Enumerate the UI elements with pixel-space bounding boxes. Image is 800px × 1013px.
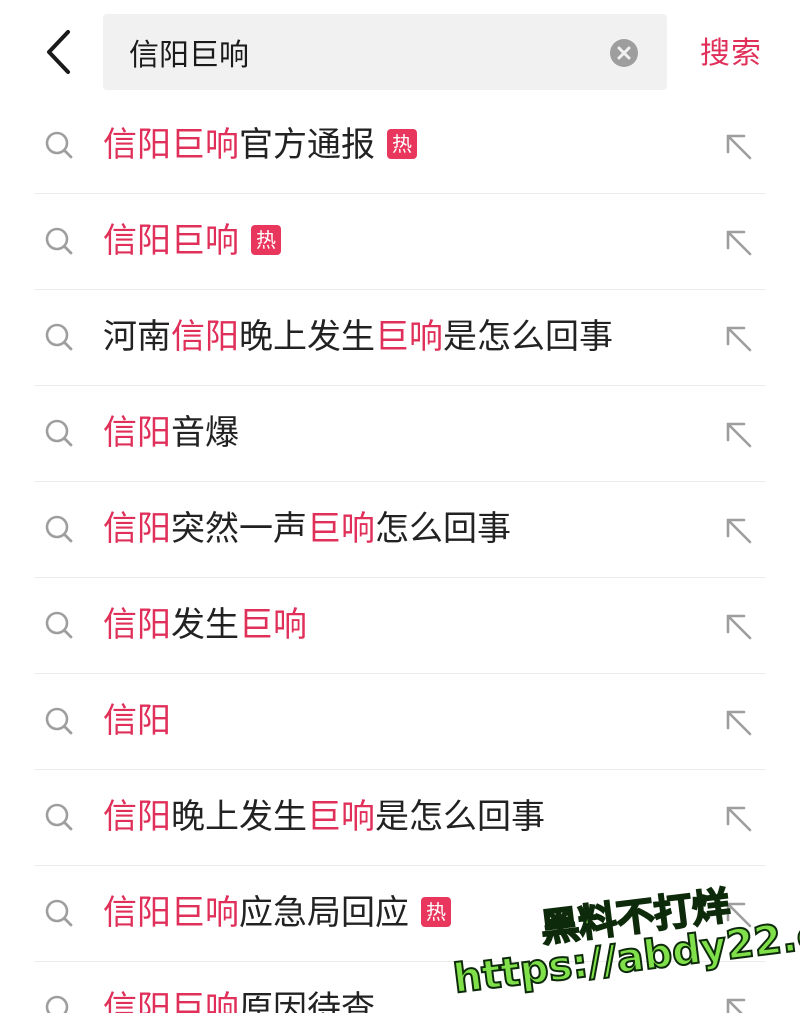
suggestion-term: 突然一声: [171, 509, 307, 549]
suggestion-term: 原因待查: [239, 989, 375, 1013]
suggestion-term: 怎么回事: [375, 509, 511, 549]
suggestion-row[interactable]: 河南信阳晚上发生巨响是怎么回事: [34, 290, 766, 386]
search-icon: [44, 226, 74, 256]
search-icon: [44, 994, 74, 1013]
suggestion-text: 信阳发生巨响: [103, 600, 307, 650]
highlighted-term: 信阳: [103, 509, 171, 549]
suggestion-text: 信阳巨响热: [103, 216, 281, 266]
highlighted-term: 信阳: [103, 413, 171, 453]
highlighted-term: 信阳巨响: [103, 893, 239, 933]
suggestion-term: 河南: [103, 317, 171, 357]
search-header: 搜索: [0, 0, 800, 100]
highlighted-term: 巨响: [307, 797, 375, 837]
suggestion-text: 信阳巨响官方通报热: [103, 120, 417, 170]
suggestion-term: 音爆: [171, 413, 239, 453]
search-icon: [44, 610, 74, 640]
suggestion-text: 信阳晚上发生巨响是怎么回事: [103, 792, 545, 842]
search-icon: [44, 706, 74, 736]
fill-query-arrow-icon[interactable]: [724, 516, 754, 546]
highlighted-term: 巨响: [239, 605, 307, 645]
fill-query-arrow-icon[interactable]: [724, 228, 754, 258]
highlighted-term: 信阳: [103, 605, 171, 645]
suggestion-term: 是怎么回事: [375, 797, 545, 837]
suggestion-row[interactable]: 信阳巨响应急局回应热: [34, 866, 766, 962]
suggestion-text: 信阳: [103, 696, 171, 746]
search-icon: [44, 514, 74, 544]
fill-query-arrow-icon[interactable]: [724, 900, 754, 930]
suggestion-term: 官方通报: [239, 125, 375, 165]
search-suggestion-page: 搜索 信阳巨响官方通报热信阳巨响热河南信阳晚上发生巨响是怎么回事信阳音爆信阳突然…: [0, 0, 800, 1013]
highlighted-term: 信阳巨响: [103, 125, 239, 165]
suggestion-text: 信阳音爆: [103, 408, 239, 458]
suggestion-row[interactable]: 信阳发生巨响: [34, 578, 766, 674]
chevron-left-icon: [47, 30, 70, 74]
suggestion-row[interactable]: 信阳突然一声巨响怎么回事: [34, 482, 766, 578]
suggestion-text: 河南信阳晚上发生巨响是怎么回事: [103, 312, 613, 362]
suggestion-term: 应急局回应: [239, 893, 409, 933]
suggestion-row[interactable]: 信阳音爆: [34, 386, 766, 482]
suggestion-text: 信阳巨响原因待查: [103, 984, 375, 1013]
search-box: [103, 14, 667, 90]
suggestion-term: 晚上发生: [239, 317, 375, 357]
highlighted-term: 巨响: [375, 317, 443, 357]
fill-query-arrow-icon[interactable]: [724, 996, 754, 1013]
highlighted-term: 信阳巨响: [103, 989, 239, 1013]
suggestion-text: 信阳突然一声巨响怎么回事: [103, 504, 511, 554]
search-icon: [44, 802, 74, 832]
suggestion-term: 晚上发生: [171, 797, 307, 837]
suggestion-row[interactable]: 信阳: [34, 674, 766, 770]
suggestion-row[interactable]: 信阳巨响热: [34, 194, 766, 290]
fill-query-arrow-icon[interactable]: [724, 612, 754, 642]
suggestion-row[interactable]: 信阳晚上发生巨响是怎么回事: [34, 770, 766, 866]
fill-query-arrow-icon[interactable]: [724, 420, 754, 450]
suggestion-term: 是怎么回事: [443, 317, 613, 357]
search-input[interactable]: [129, 34, 599, 70]
highlighted-term: 信阳: [103, 701, 171, 741]
hot-badge: 热: [251, 225, 281, 255]
fill-query-arrow-icon[interactable]: [724, 708, 754, 738]
clear-icon[interactable]: [609, 38, 639, 68]
highlighted-term: 信阳: [103, 797, 171, 837]
search-icon: [44, 418, 74, 448]
search-button[interactable]: 搜索: [700, 28, 762, 72]
hot-badge: 热: [421, 897, 451, 927]
highlighted-term: 信阳巨响: [103, 221, 239, 261]
highlighted-term: 信阳: [171, 317, 239, 357]
search-icon: [44, 898, 74, 928]
fill-query-arrow-icon[interactable]: [724, 132, 754, 162]
fill-query-arrow-icon[interactable]: [724, 324, 754, 354]
suggestion-term: 发生: [171, 605, 239, 645]
highlighted-term: 巨响: [307, 509, 375, 549]
suggestion-row[interactable]: 信阳巨响官方通报热: [34, 98, 766, 194]
search-icon: [44, 130, 74, 160]
suggestion-list: 信阳巨响官方通报热信阳巨响热河南信阳晚上发生巨响是怎么回事 信阳音爆 信阳突然一声巨…: [0, 98, 800, 1013]
back-button[interactable]: [34, 24, 84, 80]
fill-query-arrow-icon[interactable]: [724, 804, 754, 834]
hot-badge: 热: [387, 129, 417, 159]
search-icon: [44, 322, 74, 352]
suggestion-text: 信阳巨响应急局回应热: [103, 888, 451, 938]
suggestion-row[interactable]: 信阳巨响原因待查: [34, 962, 766, 1013]
